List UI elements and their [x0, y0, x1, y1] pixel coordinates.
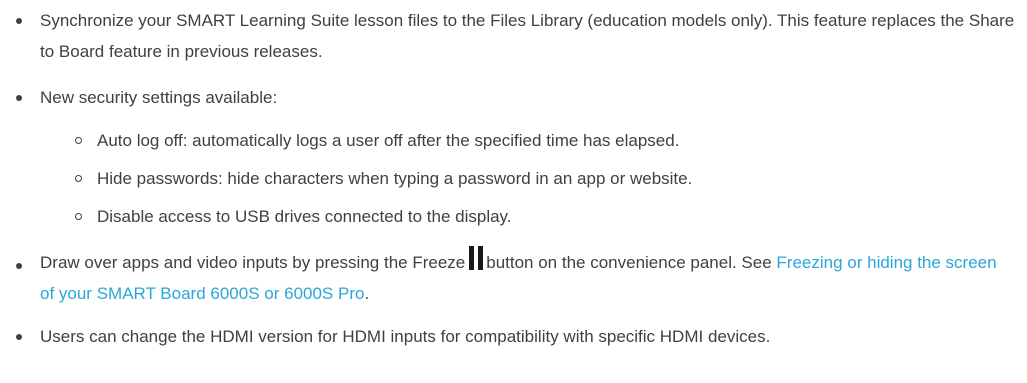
circle-bullet-icon: [75, 213, 82, 220]
circle-bullet-icon: [75, 175, 82, 182]
list-item-text: New security settings available:: [40, 88, 278, 107]
list-item-text: Draw over apps and video inputs by press…: [40, 253, 466, 272]
sub-item-text: Disable access to USB drives connected t…: [97, 207, 512, 226]
circle-bullet-icon: [75, 137, 82, 144]
bullet-icon: [16, 334, 22, 340]
sub-item-text: Auto log off: automatically logs a user …: [97, 131, 680, 150]
pause-icon: [467, 246, 485, 270]
list-item-hdmi: Users can change the HDMI version for HD…: [16, 321, 1015, 352]
bullet-icon: [16, 263, 22, 269]
bullet-icon: [16, 95, 22, 101]
list-item-freeze: Draw over apps and video inputs by press…: [16, 246, 1015, 309]
list-item-text: Users can change the HDMI version for HD…: [40, 327, 771, 346]
bullet-icon: [16, 18, 22, 24]
sub-item-text: Hide passwords: hide characters when typ…: [97, 169, 693, 188]
list-item-security: New security settings available:: [16, 82, 1015, 113]
sub-item-usb: Disable access to USB drives connected t…: [75, 201, 997, 232]
list-item-text: Synchronize your SMART Learning Suite le…: [40, 11, 1015, 61]
list-item-sync: Synchronize your SMART Learning Suite le…: [16, 5, 1015, 67]
sub-item-auto-log-off: Auto log off: automatically logs a user …: [75, 125, 997, 156]
sub-item-hide-passwords: Hide passwords: hide characters when typ…: [75, 163, 997, 194]
list-item-text: button on the convenience panel. See: [486, 253, 777, 272]
list-item-text: .: [364, 284, 370, 303]
